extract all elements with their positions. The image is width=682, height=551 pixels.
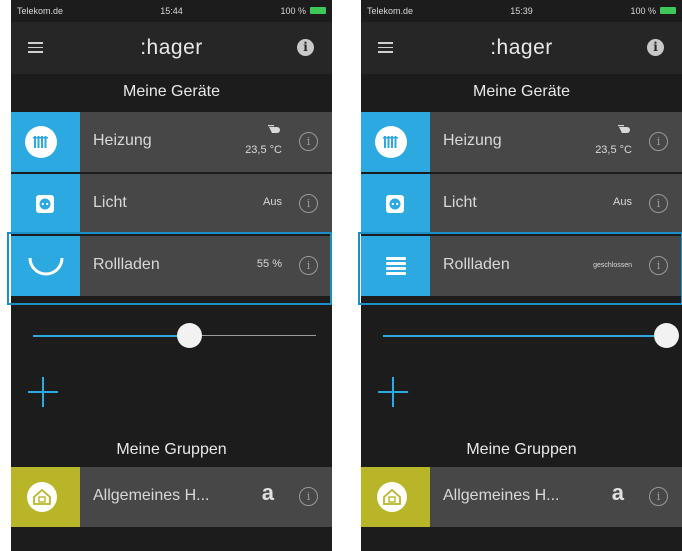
group-tile [361, 467, 430, 527]
section-title-devices: Meine Geräte [123, 83, 220, 100]
socket-icon [386, 195, 404, 213]
group-name: Allgemeines H... [93, 487, 210, 504]
device-name: Licht [443, 194, 477, 211]
shutter-slider-area [361, 298, 682, 370]
highlight-frame-rollladen [358, 232, 682, 305]
device-tile [361, 174, 430, 234]
section-title-groups: Meine Gruppen [466, 441, 577, 458]
device-name: Licht [93, 194, 127, 211]
group-row[interactable]: Allgemeines H... a i [361, 467, 682, 527]
device-tile [11, 174, 80, 234]
device-value: 23,5 °C [245, 144, 282, 156]
hand-icon [268, 125, 280, 133]
status-bar: Telekom.de 15:44 100 % [11, 0, 332, 22]
info-icon[interactable]: i [297, 39, 314, 56]
shutter-slider-area [11, 298, 332, 370]
info-outline-icon[interactable]: i [299, 194, 318, 213]
device-row-heizung[interactable]: Heizung 23,5 °C i [361, 112, 682, 172]
info-outline-icon[interactable]: i [649, 194, 668, 213]
battery-icon [660, 7, 676, 14]
device-name: Heizung [93, 132, 152, 149]
group-row[interactable]: Allgemeines H... a i [11, 467, 332, 527]
brand-logo: :hager [490, 36, 553, 59]
info-outline-icon[interactable]: i [649, 487, 668, 506]
slider-fill [383, 334, 666, 337]
socket-icon [36, 195, 54, 213]
section-title-groups: Meine Gruppen [116, 441, 227, 458]
add-icon[interactable] [28, 377, 58, 407]
battery-label: 100 % [630, 6, 656, 16]
slider-thumb[interactable] [654, 323, 679, 348]
device-tile [11, 112, 80, 172]
info-icon[interactable]: i [647, 39, 664, 56]
app-header: :hager i [11, 22, 332, 74]
device-row-licht[interactable]: Licht Aus i [11, 174, 332, 234]
info-outline-icon[interactable]: i [299, 132, 318, 151]
device-row-heizung[interactable]: Heizung 23,5 °C i [11, 112, 332, 172]
info-outline-icon[interactable]: i [649, 132, 668, 151]
radiator-icon [25, 126, 57, 158]
group-badge: a [611, 480, 624, 505]
shutter-slider[interactable] [383, 323, 679, 348]
brand-logo: :hager [140, 36, 203, 59]
device-tile [361, 112, 430, 172]
radiator-icon [375, 126, 407, 158]
info-outline-icon[interactable]: i [299, 487, 318, 506]
house-icon [377, 482, 407, 512]
device-value: 23,5 °C [595, 144, 632, 156]
app-header: :hager i [361, 22, 682, 74]
device-row-licht[interactable]: Licht Aus i [361, 174, 682, 234]
battery-label: 100 % [280, 6, 306, 16]
battery-icon [310, 7, 326, 14]
slider-fill [33, 334, 189, 337]
shutter-slider[interactable] [33, 323, 316, 348]
device-value: Aus [263, 196, 282, 208]
add-icon[interactable] [378, 377, 408, 407]
group-name: Allgemeines H... [443, 487, 560, 504]
highlight-frame-rollladen [7, 232, 332, 305]
hand-icon [618, 125, 630, 133]
slider-thumb[interactable] [176, 323, 202, 348]
status-bar: Telekom.de 15:39 100 % [361, 0, 682, 22]
group-tile [11, 467, 80, 527]
device-name: Heizung [443, 132, 502, 149]
group-badge: a [261, 480, 274, 505]
house-icon [27, 482, 57, 512]
section-title-devices: Meine Geräte [473, 83, 570, 100]
device-value: Aus [613, 196, 632, 208]
